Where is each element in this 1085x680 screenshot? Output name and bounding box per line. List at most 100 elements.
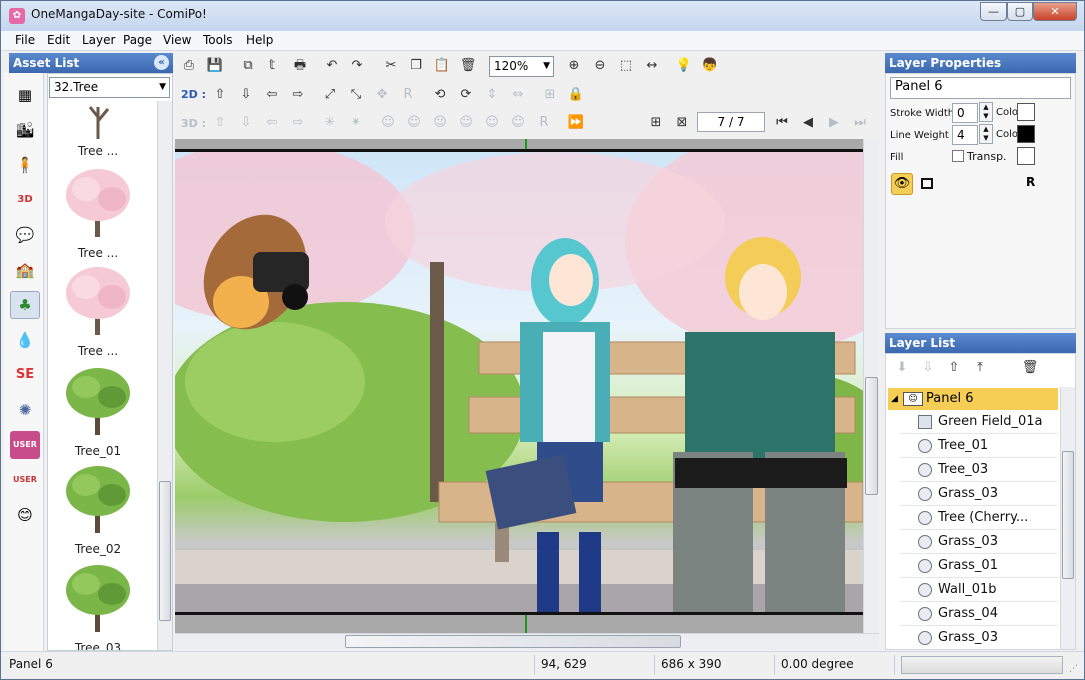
category-select[interactable]: 32.Tree ▼ — [49, 77, 170, 98]
asset-item[interactable]: Tree_03 — [56, 558, 140, 650]
stroke-width-field[interactable]: 0 — [952, 103, 978, 123]
layer-move-top-icon[interactable]: ⤒ — [971, 359, 989, 377]
layer-move-up-one-icon[interactable]: ⇧ — [945, 359, 963, 377]
se-text-icon[interactable]: SE — [10, 361, 40, 389]
menu-file[interactable]: File — [15, 33, 35, 47]
visibility-eye-icon[interactable]: 👁 — [891, 173, 913, 195]
add-page-icon[interactable]: ⊞ — [647, 114, 665, 132]
copy-icon[interactable]: ❐ — [407, 57, 425, 75]
move-left-icon[interactable]: ⇦ — [263, 86, 281, 104]
layer-item[interactable]: Tree (Cherry... — [900, 507, 1058, 530]
menu-tools[interactable]: Tools — [203, 33, 233, 47]
asset-item[interactable]: Tree ... — [56, 163, 140, 260]
rotate-right-icon[interactable]: ⟳ — [457, 86, 475, 104]
drop-effect-icon[interactable]: 💧 — [10, 326, 40, 354]
3d-object-icon[interactable]: 3D — [10, 186, 40, 214]
menu-page[interactable]: Page — [123, 33, 152, 47]
zoom-select[interactable]: 120% ▼ — [489, 56, 554, 77]
cut-icon[interactable]: ✂ — [382, 57, 400, 75]
minimize-button[interactable]: — — [980, 2, 1007, 21]
menu-help[interactable]: Help — [246, 33, 273, 47]
user-background-icon[interactable]: USER — [10, 431, 40, 459]
stroke-color-swatch[interactable] — [1017, 103, 1035, 121]
import-icon[interactable]: ⧉ — [239, 57, 257, 75]
move-right-icon[interactable]: ⇨ — [289, 86, 307, 104]
asset-scrollbar[interactable] — [157, 101, 172, 650]
speech-balloon-icon[interactable]: 💬 — [10, 221, 40, 249]
menu-view[interactable]: View — [163, 33, 191, 47]
layer-list-scrollbar[interactable] — [1060, 387, 1075, 649]
layer-item[interactable]: Grass_01 — [900, 555, 1058, 578]
layer-item[interactable]: Grass_03 — [900, 627, 1058, 649]
maximize-button[interactable]: ▢ — [1007, 2, 1033, 21]
previous-page-icon[interactable]: ◀ — [799, 114, 817, 132]
tree-icon[interactable]: ♣ — [10, 291, 40, 319]
manga-panel[interactable] — [175, 149, 863, 615]
canvas-vscroll-thumb[interactable] — [865, 377, 878, 495]
character-icon[interactable]: 🧍 — [10, 151, 40, 179]
asset-item[interactable]: Tree ... — [56, 101, 140, 158]
layer-root-panel[interactable]: ◢ ☺ Panel 6 — [888, 388, 1058, 410]
delete-icon[interactable]: 🗑 — [459, 57, 477, 75]
layer-item[interactable]: Grass_04 — [900, 603, 1058, 626]
lightbulb-icon[interactable]: 💡 — [675, 57, 693, 75]
character-head-icon[interactable]: 👦 — [701, 57, 719, 75]
first-page-icon[interactable]: ⏮ — [773, 114, 791, 132]
print-icon[interactable]: ⎙ — [180, 57, 198, 75]
fill-color-swatch[interactable] — [1017, 147, 1035, 165]
rotate-left-icon[interactable]: ⟲ — [431, 86, 449, 104]
expand-icon[interactable]: ⤢ — [321, 86, 339, 104]
resize-grip-icon[interactable]: ⋰ — [1069, 664, 1078, 674]
asset-scroll-thumb[interactable] — [159, 481, 171, 621]
layer-list-scroll-thumb[interactable] — [1062, 451, 1074, 579]
reset-properties-icon[interactable]: R — [1026, 175, 1035, 189]
layer-item[interactable]: Wall_01b — [900, 579, 1058, 602]
printer-icon[interactable]: 🖶 — [291, 57, 309, 75]
layer-item[interactable]: Grass_03 — [900, 483, 1058, 506]
page-indicator[interactable]: 7 / 7 — [697, 112, 765, 132]
move-up-icon[interactable]: ⇧ — [211, 86, 229, 104]
scene-icon[interactable]: 🏫 — [10, 256, 40, 284]
lock-icon[interactable]: 🔒 — [567, 86, 585, 104]
character-face-icon[interactable]: 😊 — [10, 501, 40, 529]
transparent-checkbox[interactable] — [952, 150, 964, 162]
layer-name-field[interactable]: Panel 6 — [890, 77, 1071, 99]
asset-item[interactable]: Tree ... — [56, 261, 140, 358]
layer-item[interactable]: Grass_03 — [900, 531, 1058, 554]
undo-icon[interactable]: ↶ — [323, 57, 341, 75]
shrink-icon[interactable]: ⤡ — [347, 86, 365, 104]
collapse-icon[interactable]: « — [154, 55, 169, 70]
layer-item[interactable]: Green Field_01a — [900, 411, 1058, 434]
layer-item[interactable]: Tree_03 — [900, 459, 1058, 482]
move-down-icon[interactable]: ⇩ — [237, 86, 255, 104]
zoom-in-icon[interactable]: ⊕ — [565, 57, 583, 75]
fit-width-icon[interactable]: ↔ — [643, 57, 661, 75]
asset-item[interactable]: Tree_01 — [56, 361, 140, 458]
expand-arrow-icon[interactable]: ◢ — [891, 388, 898, 410]
asset-item[interactable]: Tree_02 — [56, 459, 140, 556]
save-icon[interactable]: 💾 — [206, 57, 224, 75]
frame-toggle-icon[interactable] — [921, 178, 933, 189]
line-weight-field[interactable]: 4 — [952, 125, 978, 145]
line-color-swatch[interactable] — [1017, 125, 1035, 143]
panel-layout-icon[interactable]: ▦ — [10, 81, 40, 109]
zoom-out-icon[interactable]: ⊖ — [591, 57, 609, 75]
paste-icon[interactable]: 📋 — [433, 57, 451, 75]
menu-edit[interactable]: Edit — [47, 33, 70, 47]
menu-layer[interactable]: Layer — [82, 33, 115, 47]
user-3d-icon[interactable]: USER — [10, 466, 40, 494]
line-weight-spinner[interactable]: ▲ ▼ — [979, 124, 993, 144]
close-button[interactable]: ✕ — [1033, 2, 1077, 21]
stroke-width-spinner[interactable]: ▲ ▼ — [979, 102, 993, 122]
flash-effect-icon[interactable]: ✺ — [10, 396, 40, 424]
fit-page-icon[interactable]: ⬚ — [617, 57, 635, 75]
layer-delete-icon[interactable]: 🗑 — [1021, 359, 1039, 377]
canvas-horizontal-scrollbar[interactable] — [175, 633, 879, 650]
canvas-vertical-scrollbar[interactable] — [863, 139, 879, 633]
remove-page-icon[interactable]: ⊠ — [673, 114, 691, 132]
asset-label: Tree_02 — [74, 542, 122, 556]
background-icon[interactable]: 🏙 — [10, 116, 40, 144]
canvas-hscroll-thumb[interactable] — [345, 635, 681, 648]
twitter-icon[interactable]: 𝕥 — [263, 57, 281, 75]
layer-item[interactable]: Tree_01 — [900, 435, 1058, 458]
